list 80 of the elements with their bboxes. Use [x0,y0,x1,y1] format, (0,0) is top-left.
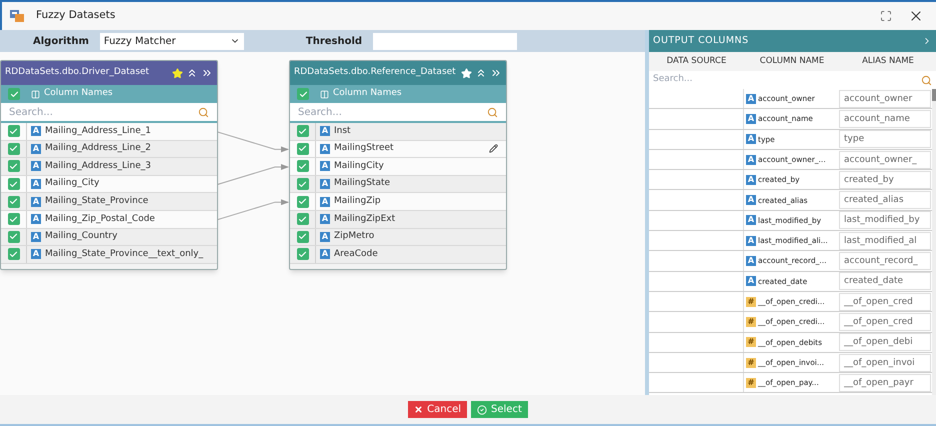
number-type-badge: # [746,316,756,327]
column-name[interactable]: MailingZipExt [334,212,506,226]
text-type-badge: A [320,126,330,136]
column-name[interactable]: Mailing_State_Province__text_only_ [45,248,217,262]
search-input[interactable]: Search... [298,104,458,120]
column-name[interactable]: Inst [334,124,506,138]
column-heading: ALIAS NAME [861,55,915,68]
column-name[interactable]: MailingZip [334,194,506,208]
alias-field[interactable]: created_alias [839,191,931,210]
column-name[interactable]: Mailing_Address_Line_3 [45,160,217,174]
text-type-badge: A [320,161,330,172]
column-name[interactable]: Mailing_City [45,177,217,191]
column-name[interactable]: AreaCode [334,248,506,262]
text-type-badge: A [31,214,41,224]
number-type-badge: # [746,296,756,307]
column-name[interactable]: ZipMetro [334,230,506,244]
alias-field[interactable]: created_by [839,170,931,189]
alias-field[interactable]: type [839,130,931,148]
column-heading: DATA SOURCE [666,55,728,68]
column-name[interactable]: MailingState [334,177,506,191]
column-header-label: Column Names [44,87,113,100]
text-type-badge: A [746,174,756,185]
alias-field[interactable]: account_owner [839,90,931,108]
algorithm-dropdown[interactable]: Fuzzy Matcher [100,32,244,50]
algorithm-label: Algorithm [33,34,89,48]
column-name[interactable]: Mailing_Zip_Postal_Code [45,212,217,226]
search-field[interactable]: Search... [290,103,506,123]
alias-field[interactable]: __of_open_invoi [839,354,931,372]
text-type-badge: A [320,232,330,242]
text-type-badge: A [320,144,330,154]
text-type-badge: A [746,154,756,165]
text-type-badge: A [746,236,756,246]
text-type-badge: A [320,196,330,207]
column-name[interactable]: Mailing_State_Province [45,194,217,208]
card-title: RDDataSets.dbo.Reference_Dataset [294,66,456,80]
text-type-badge: A [746,276,756,286]
column-name[interactable]: Mailing_Address_Line_1 [45,124,217,138]
alias-field[interactable]: __of_open_payr [839,374,931,392]
number-type-badge: # [746,378,756,388]
column-header-label: Column Names [333,87,402,100]
search-field[interactable]: Search... [653,73,853,87]
number-type-badge: # [746,337,756,348]
number-type-badge: # [746,358,756,368]
alias-field[interactable]: last_modified_by [839,211,931,230]
card-title: RDDataSets.dbo.Driver_Dataset [5,66,150,80]
search-input[interactable]: Search... [9,104,169,120]
column-name[interactable]: Mailing_Country [45,230,217,244]
cancel-button[interactable]: Cancel [408,401,468,418]
column-name[interactable]: MailingCity [334,160,506,174]
alias-field[interactable]: account_name [839,110,931,128]
alias-field[interactable]: created_date [839,272,931,290]
text-type-badge: A [31,232,41,242]
text-type-badge: A [31,144,41,154]
text-type-badge: A [746,215,756,226]
alias-field[interactable]: __of_open_cred [839,292,931,311]
alias-field[interactable]: account_owner_ [839,150,931,169]
threshold-label: Threshold [306,34,362,48]
text-type-badge: A [746,134,756,144]
panel-title: OUTPUT COLUMNS [653,34,749,48]
text-type-badge: A [31,126,41,136]
text-type-badge: A [746,195,756,206]
text-type-badge: A [746,94,756,104]
text-type-badge: A [320,249,330,260]
window-title: Fuzzy Datasets [36,8,116,24]
text-type-badge: A [31,179,41,190]
text-type-badge: A [320,214,330,224]
text-type-badge: A [31,249,41,260]
text-type-badge: A [746,256,756,266]
column-heading: COLUMN NAME [758,55,826,68]
column-name[interactable]: MailingStreet [334,142,489,156]
alias-field[interactable]: last_modified_al [839,232,931,250]
text-type-badge: A [746,114,756,124]
alias-field[interactable]: __of_open_cred [839,312,931,331]
text-type-badge: A [31,196,41,207]
text-type-badge: A [31,161,41,172]
search-field[interactable]: Search... [1,103,217,123]
text-type-badge: A [320,179,330,190]
alias-field[interactable]: __of_open_debi [839,333,931,352]
alias-field[interactable]: account_record_ [839,252,931,270]
column-name[interactable]: Mailing_Address_Line_2 [45,142,217,156]
